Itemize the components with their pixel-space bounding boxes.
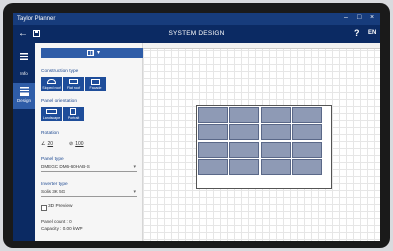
sloped-roof-button[interactable]: Sloped roof xyxy=(41,77,62,91)
solar-panel[interactable] xyxy=(291,124,322,141)
sidebar-item-info[interactable]: Info xyxy=(13,69,35,79)
solar-panel[interactable] xyxy=(260,124,291,141)
grid-icon xyxy=(87,50,94,56)
facade-icon xyxy=(91,79,100,85)
layout-dropdown[interactable]: ▾ xyxy=(41,48,143,58)
maximize-button[interactable]: □ xyxy=(357,14,361,21)
3d-preview-checkbox[interactable] xyxy=(41,205,47,211)
portrait-panel-icon xyxy=(70,108,76,115)
solar-panel[interactable] xyxy=(260,107,291,123)
solar-panel[interactable] xyxy=(291,158,322,175)
menu-icon xyxy=(20,53,28,60)
option-label: Landscape xyxy=(42,116,61,120)
window-titlebar: Taylor Planner ‒ □ × xyxy=(13,13,380,25)
sidebar-menu-button[interactable] xyxy=(13,53,35,65)
panel-orientation-options: Landscape Portrait xyxy=(41,107,84,121)
top-ruler xyxy=(143,43,380,49)
chevron-down-icon: ▾ xyxy=(97,50,101,56)
solar-panel[interactable] xyxy=(198,141,228,158)
landscape-panel-icon xyxy=(46,109,57,114)
3d-preview-label: 3D Preview xyxy=(48,204,73,209)
solar-panel[interactable] xyxy=(198,107,228,123)
angle-icon: ∠ xyxy=(41,141,46,147)
solar-panel[interactable] xyxy=(260,141,291,158)
portrait-button[interactable]: Portrait xyxy=(63,107,84,121)
panel-type-select[interactable]: DMEGC DM6-60HAB-S ▾ xyxy=(41,164,137,172)
language-button[interactable]: EN xyxy=(368,30,376,36)
diameter-icon: ⊘ xyxy=(69,141,74,147)
chevron-down-icon: ▾ xyxy=(133,189,136,195)
inverter-type-value: Solis 3K 5G xyxy=(41,189,66,194)
rotation-angle-field[interactable]: ∠ 20 xyxy=(41,141,53,147)
solar-panel[interactable] xyxy=(229,124,260,141)
landscape-button[interactable]: Landscape xyxy=(41,107,62,121)
sidebar-item-design[interactable]: Design xyxy=(13,83,35,109)
app-window: Taylor Planner ‒ □ × ← SYSTEM DESIGN ? E… xyxy=(13,13,380,241)
solar-panel[interactable] xyxy=(260,158,291,175)
inverter-type-select[interactable]: Solis 3K 5G ▾ xyxy=(41,189,137,197)
rotation-angle-value: 20 xyxy=(47,141,54,147)
panel-type-label: Panel type xyxy=(41,157,64,162)
app-header: ← SYSTEM DESIGN ? EN xyxy=(13,25,380,43)
flat-roof-button[interactable]: Flat roof xyxy=(63,77,84,91)
solar-panel[interactable] xyxy=(291,107,322,123)
inverter-type-label: Inverter type xyxy=(41,182,68,187)
minimize-button[interactable]: ‒ xyxy=(344,14,348,21)
option-label: Sloped roof xyxy=(42,86,61,90)
sidebar-item-label: Design xyxy=(16,98,31,103)
sidebar-item-label: Info xyxy=(20,71,28,76)
design-canvas[interactable] xyxy=(143,43,380,241)
solar-panel[interactable] xyxy=(229,158,260,175)
window-title: Taylor Planner xyxy=(17,16,56,22)
construction-type-options: Sloped roof Flat roof Facade xyxy=(41,77,106,91)
panel-orientation-label: Panel orientation xyxy=(41,99,78,104)
solar-panel[interactable] xyxy=(229,107,260,123)
help-button[interactable]: ? xyxy=(354,28,360,38)
tablet-frame: Taylor Planner ‒ □ × ← SYSTEM DESIGN ? E… xyxy=(3,3,390,248)
rotation-distance-field[interactable]: ⊘ 100 xyxy=(69,141,84,147)
option-label: Flat roof xyxy=(66,86,81,90)
close-button[interactable]: × xyxy=(370,14,374,21)
solar-panel[interactable] xyxy=(229,141,260,158)
capacity: Capacity : 0.00 kWP xyxy=(41,226,83,231)
construction-type-label: Construction type xyxy=(41,69,79,74)
chevron-down-icon: ▾ xyxy=(133,164,136,170)
sidebar: Info Design xyxy=(13,43,35,241)
solar-panel[interactable] xyxy=(198,124,228,141)
facade-button[interactable]: Facade xyxy=(85,77,106,91)
grid-icon xyxy=(19,87,29,96)
design-panel: ▾ Construction type Sloped roof Flat roo… xyxy=(35,43,143,241)
solar-panel[interactable] xyxy=(291,141,322,158)
solar-panel[interactable] xyxy=(198,158,228,175)
flat-roof-icon xyxy=(69,79,78,84)
solar-panel-array xyxy=(198,107,322,175)
page-title: SYSTEM DESIGN xyxy=(168,30,225,37)
rotation-label: Rotation xyxy=(41,131,59,136)
roof-area[interactable] xyxy=(196,105,332,189)
rotation-distance-value: 100 xyxy=(75,141,84,147)
option-label: Facade xyxy=(89,86,102,90)
option-label: Portrait xyxy=(67,116,80,120)
panel-type-value: DMEGC DM6-60HAB-S xyxy=(41,164,90,169)
panel-count: Panel count : 0 xyxy=(41,219,72,224)
sloped-roof-icon xyxy=(47,79,56,84)
